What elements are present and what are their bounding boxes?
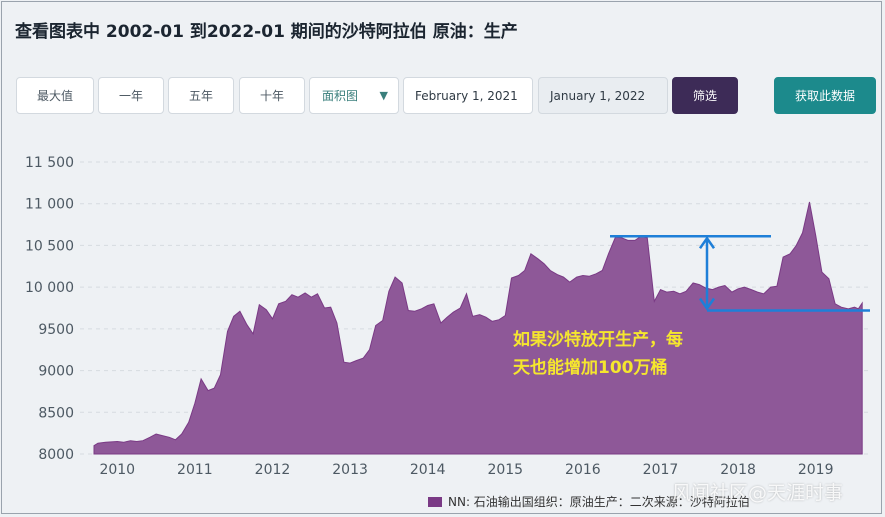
x-tick-label: 2015 xyxy=(487,462,523,478)
y-tick-label: 9500 xyxy=(38,322,74,338)
watermark: 风闻社区@天涯时事 xyxy=(672,482,844,504)
x-tick-label: 2013 xyxy=(332,462,368,478)
x-tick-label: 2016 xyxy=(565,462,601,478)
y-tick-label: 9000 xyxy=(38,364,74,380)
y-tick-label: 11 500 xyxy=(25,155,74,171)
legend-swatch xyxy=(428,496,442,507)
x-tick-label: 2018 xyxy=(720,462,756,478)
annotation-line-1: 如果沙特放开生产，每 xyxy=(513,330,683,350)
x-tick-label: 2017 xyxy=(643,462,679,478)
area-chart: 11 500 11 000 10 500 10 000 9500 9000 8500 8000… xyxy=(25,155,870,478)
y-tick-label: 8000 xyxy=(38,447,74,463)
y-tick-label: 11 000 xyxy=(25,197,74,213)
annotation-text: 如果沙特放开生产，每 天也能增加100万桶 xyxy=(513,326,743,382)
y-tick-label: 8500 xyxy=(38,405,74,421)
x-tick-label: 2014 xyxy=(410,462,446,478)
y-tick-label: 10 500 xyxy=(25,238,74,254)
annotation-line-2: 天也能增加100万桶 xyxy=(513,358,668,378)
x-tick-label: 2019 xyxy=(798,462,834,478)
x-tick-label: 2011 xyxy=(177,462,213,478)
x-axis-ticks: 2010 2011 2012 2013 2014 2015 2016 2017 2018 2019 xyxy=(99,462,833,478)
y-tick-label: 10 000 xyxy=(25,280,74,296)
y-axis-ticks: 11 500 11 000 10 500 10 000 9500 9000 8500 8000 xyxy=(25,155,74,463)
x-tick-label: 2010 xyxy=(99,462,135,478)
production-area xyxy=(93,201,863,455)
x-tick-label: 2012 xyxy=(255,462,291,478)
